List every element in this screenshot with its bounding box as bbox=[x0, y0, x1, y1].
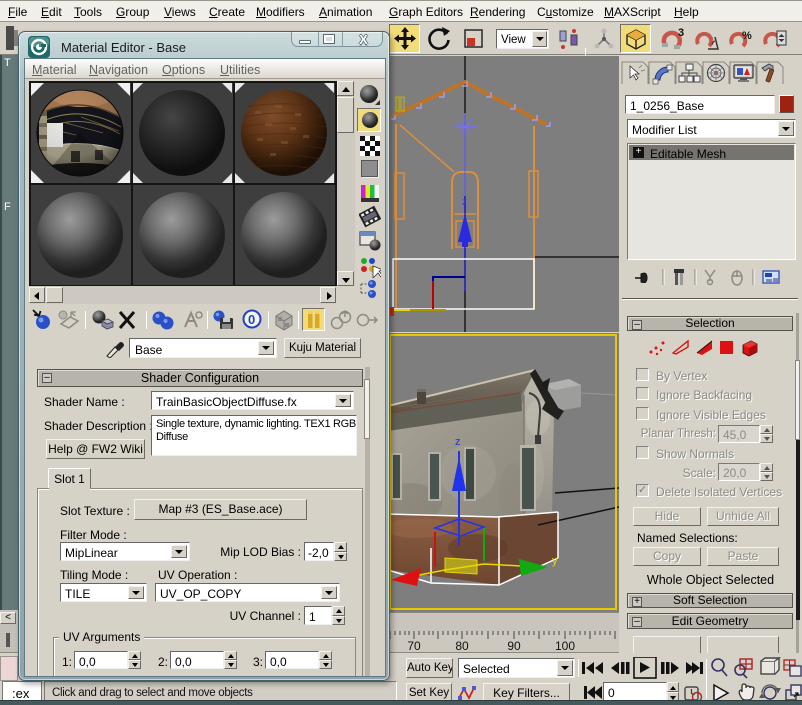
svg-text:90: 90 bbox=[507, 639, 521, 652]
svg-text:%: % bbox=[742, 30, 752, 42]
svg-text:80: 80 bbox=[455, 639, 469, 652]
svg-text:3: 3 bbox=[678, 27, 684, 39]
svg-text:z: z bbox=[462, 197, 467, 208]
svg-text:0: 0 bbox=[248, 312, 255, 327]
svg-text:100: 100 bbox=[555, 639, 575, 652]
svg-text:70: 70 bbox=[407, 639, 421, 652]
